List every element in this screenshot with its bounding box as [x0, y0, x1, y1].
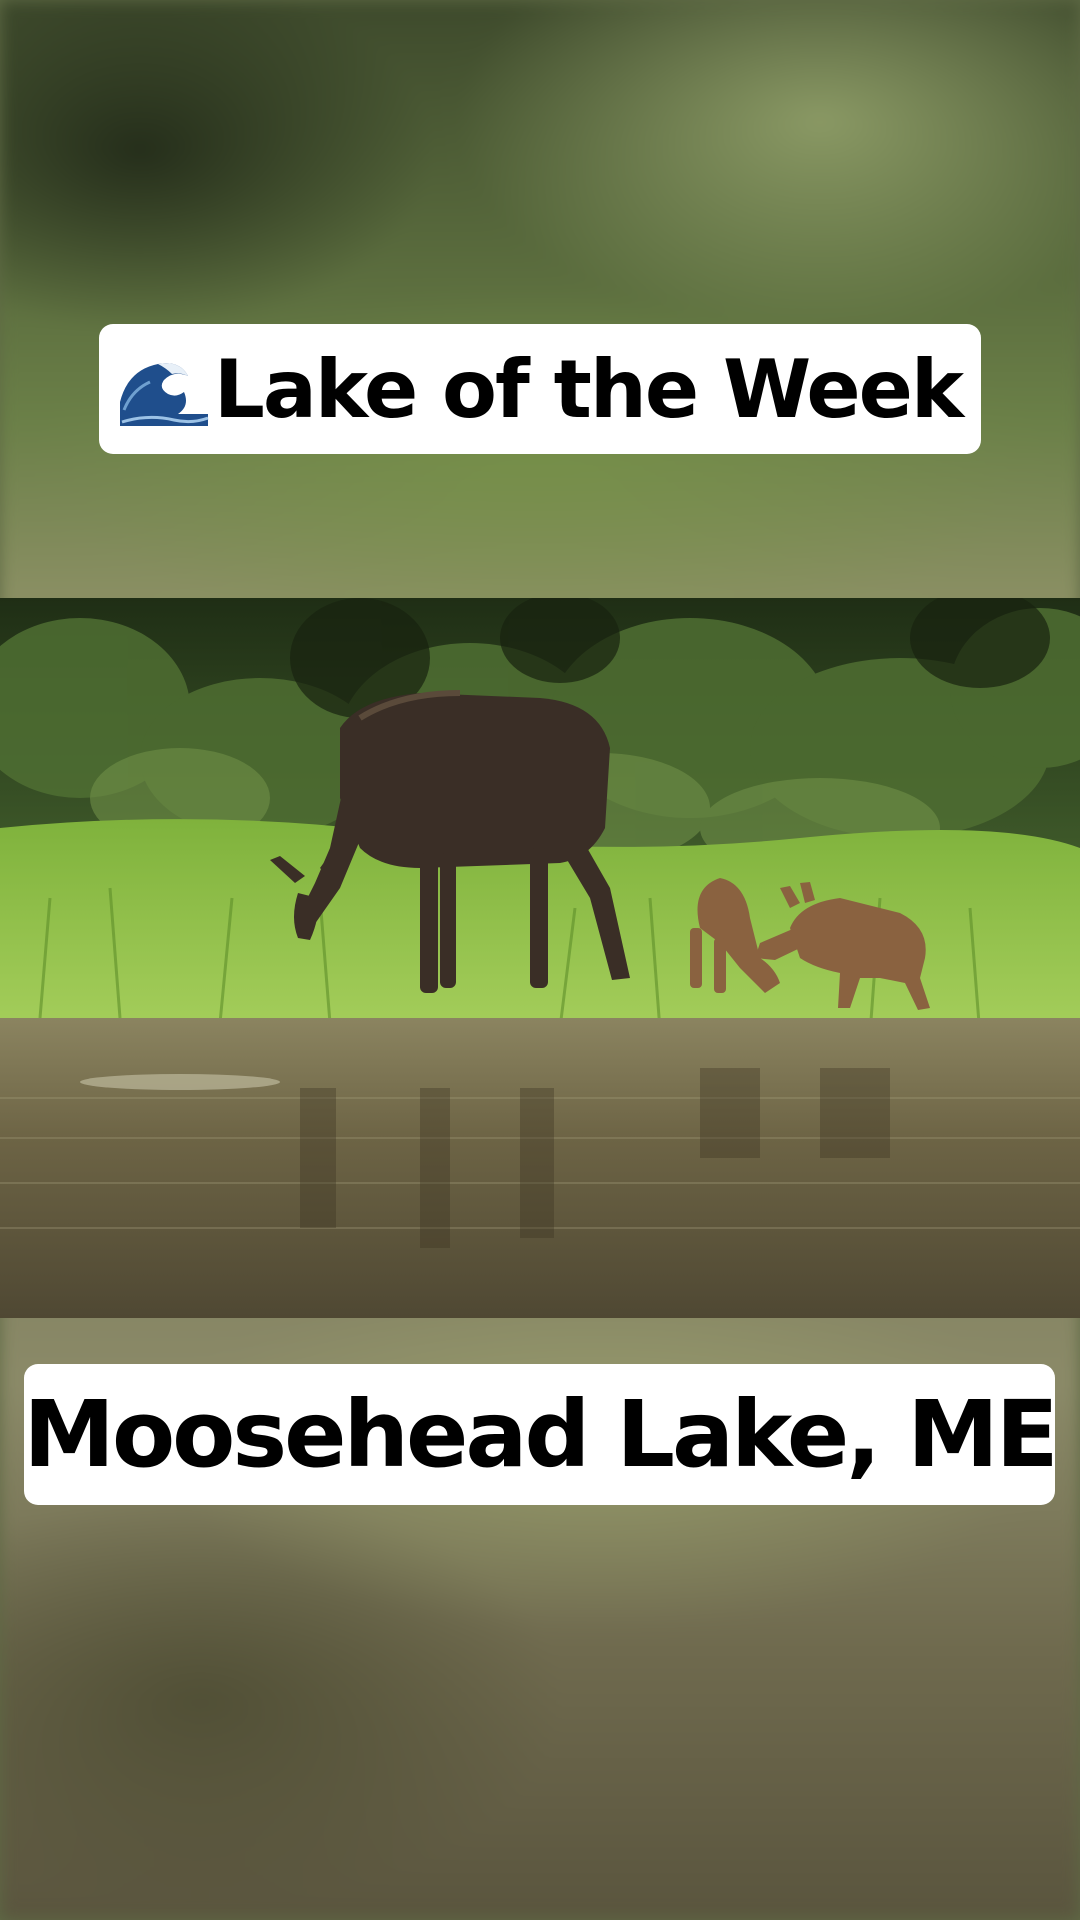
story-frame: Lake of the Week Moosehead Lake, ME [0, 0, 1080, 1920]
location-caption: Moosehead Lake, ME [23, 1364, 1059, 1505]
banner-title: Lake of the Week [213, 342, 964, 436]
location-text: Moosehead Lake, ME [23, 1381, 1058, 1488]
lake-of-the-week-banner: Lake of the Week [99, 324, 981, 454]
moose-lake-photo [0, 598, 1080, 1318]
wave-icon [117, 350, 210, 428]
